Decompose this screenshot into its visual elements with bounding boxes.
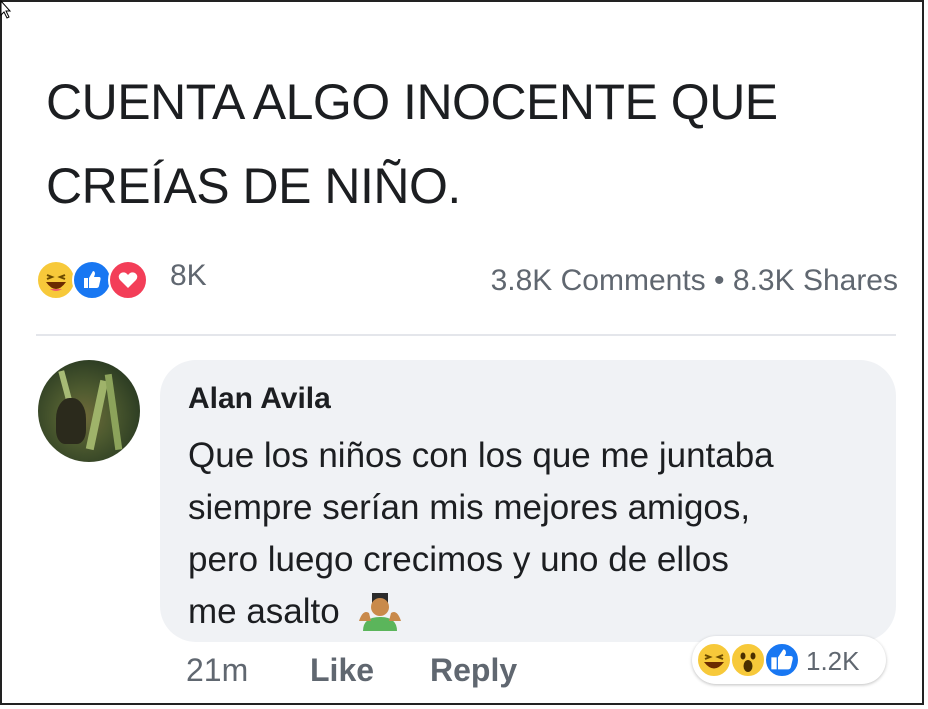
love-icon [108,260,148,300]
comments-count-link[interactable]: 3.8K Comments [491,264,706,297]
like-icon [72,260,112,300]
wow-icon [730,642,766,678]
haha-icon [696,642,732,678]
avatar[interactable] [38,360,140,462]
haha-icon [36,260,76,300]
comment-timestamp[interactable]: 21m [186,652,248,689]
comment-line-3: pero luego crecimos y uno de ellos [188,540,729,579]
comment-line-4-text: me asalto [188,592,340,631]
post-text: CUENTA ALGO INOCENTE QUE CREÍAS DE NIÑO. [46,60,906,228]
post-stats-row: 8K 3.8K Comments • 8.3K Shares [36,254,898,306]
mouse-cursor-icon [0,0,12,19]
like-icon [764,642,800,678]
post-text-line-1: CUENTA ALGO INOCENTE QUE [46,74,778,130]
comment-reactions[interactable]: 1.2K [692,636,886,684]
comment-bubble: Alan Avila Que los niños con los que me … [160,360,896,642]
comment-author-name[interactable]: Alan Avila [188,382,331,416]
shares-count-link[interactable]: 8.3K Shares [733,264,898,297]
man-raising-hands-emoji-icon [357,591,403,631]
stats-separator: • [714,264,725,297]
post-reaction-count[interactable]: 8K [170,259,207,293]
like-button[interactable]: Like [310,652,374,689]
comment-reaction-count: 1.2K [806,646,860,676]
comment-text: Que los niños con los que me juntaba sie… [188,430,888,638]
comment-line-4: me asalto [188,586,888,638]
post-comments-shares: 3.8K Comments • 8.3K Shares [491,264,898,298]
comment-line-1: Que los niños con los que me juntaba [188,436,774,475]
divider [36,334,896,336]
post-text-line-2: CREÍAS DE NIÑO. [46,158,461,214]
reply-button[interactable]: Reply [430,652,517,689]
comment-line-2: siempre serían mis mejores amigos, [188,488,751,527]
